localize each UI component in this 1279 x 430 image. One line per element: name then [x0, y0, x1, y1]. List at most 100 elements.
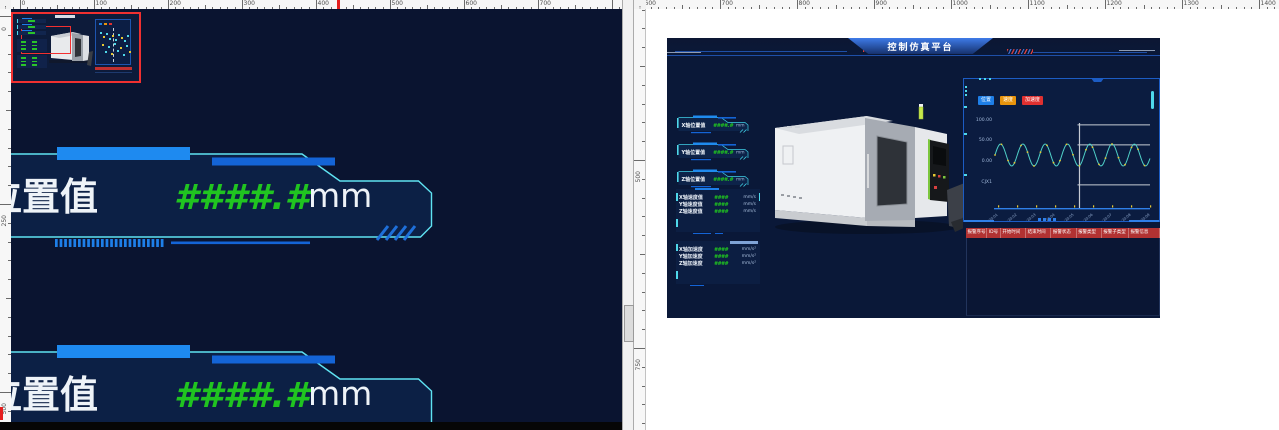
row-unit: mm/s²: [731, 261, 758, 266]
design-canvas-right[interactable]: 控制仿真平台 X轴位置值 ####.# mm: [646, 9, 1279, 430]
svg-text:10:20:05: 10:20:05: [1060, 213, 1075, 221]
axis-position-widget[interactable]: Z轴位置值 ####.# mm: [677, 166, 750, 188]
ruler-tick: [634, 160, 645, 161]
ruler-tick: [642, 423, 645, 424]
chart-corner-seg: [964, 220, 994, 222]
alarm-table-header: 报警序号ID号开始时间结束时间报警状态报警类型报警子类型报警信息: [966, 228, 1160, 238]
title-deco-line-right: [1033, 52, 1147, 53]
ruler-tick: [0, 204, 11, 205]
panel-underline: [693, 233, 711, 235]
ruler-tick: [642, 329, 645, 330]
chart-deco-dot: [965, 90, 967, 92]
ruler-tick: [642, 292, 645, 293]
alarm-column-header: 结束时间: [1026, 228, 1051, 238]
ruler-tick: [0, 16, 11, 17]
legend-button[interactable]: 速度: [1000, 96, 1016, 105]
axis-position-widget[interactable]: Y轴位置值 ####.# mm: [677, 139, 750, 161]
panel-bracket: [676, 271, 678, 279]
ruler-tick: [642, 367, 645, 368]
svg-text:CJX1: CJX1: [981, 179, 992, 185]
position-value-widget[interactable]: 位置值 ####.# mm: [11, 345, 432, 422]
chart-corner-seg: [1129, 220, 1159, 222]
dashboard-title: 控制仿真平台: [887, 40, 953, 53]
screenshot-root: 0100200300400500600700 0250500: [0, 0, 1279, 430]
alarm-column-header: 报警子类型: [1102, 228, 1129, 238]
widget-value: ####.#: [174, 376, 313, 416]
axis-position-widget[interactable]: X轴位置值 ####.# mm: [677, 112, 750, 134]
data-row: Y轴速度值 #### mm/s: [679, 201, 758, 208]
svg-text:100.00: 100.00: [976, 117, 992, 123]
chart-deco-tick: [964, 106, 967, 108]
alarm-column-header: 开始时间: [1001, 228, 1026, 238]
row-value: ####: [711, 202, 731, 208]
alarm-column-header: ID号: [987, 228, 1001, 238]
axis-accel-panel[interactable]: X轴加速度 #### mm/s²Y轴加速度 #### mm/s²Z轴加速度 ##…: [676, 241, 760, 284]
svg-text:10:20:02: 10:20:02: [1003, 213, 1018, 221]
row-unit: mm/s: [731, 209, 758, 214]
dashboard-design[interactable]: 控制仿真平台 X轴位置值 ####.# mm: [667, 38, 1160, 318]
position-value-widget[interactable]: 位置值 ####.# mm: [11, 147, 432, 247]
chart-deco-dot: [965, 86, 967, 88]
alarm-column-header: 报警信息: [1129, 228, 1160, 238]
row-label: Y轴加速度: [679, 253, 711, 260]
vertical-scrollbar[interactable]: [622, 0, 634, 430]
row-unit: mm/s²: [731, 247, 758, 252]
position-value-widgets-zoomed[interactable]: 位置值 ####.# mm 位置值 ####.# mm: [11, 9, 622, 422]
design-canvas-left[interactable]: 位置值 ####.# mm 位置值 ####.# mm: [11, 9, 622, 422]
ruler-red-marker: [337, 0, 340, 9]
row-value: ####: [711, 254, 731, 260]
ruler-tick: [642, 122, 645, 123]
panel-bracket: [676, 193, 678, 201]
svg-text:10:20:06: 10:20:06: [1079, 212, 1094, 221]
panel-underline: [715, 233, 723, 235]
ruler-tick: [634, 348, 645, 349]
row-unit: mm/s: [731, 195, 758, 200]
axis-position-widgets[interactable]: X轴位置值 ####.# mm Y轴位置值 ####.# mm Z轴位置值: [677, 112, 757, 192]
data-row: X轴速度值 #### mm/s: [679, 194, 758, 201]
axis-speed-panel[interactable]: X轴速度值 #### mm/sY轴速度值 #### mm/sZ轴速度值 ####…: [676, 189, 760, 232]
ruler-tick: [640, 254, 645, 255]
scrollbar-thumb[interactable]: [624, 305, 634, 342]
alarm-table[interactable]: 报警序号ID号开始时间结束时间报警状态报警类型报警子类型报警信息: [966, 228, 1160, 318]
editor-window-left: 0100200300400500600700 0250500: [0, 0, 634, 430]
legend-button[interactable]: 位置: [978, 96, 994, 105]
dashboard-title-plate: 控制仿真平台: [848, 38, 993, 54]
ruler-label: 0: [1, 27, 8, 31]
legend-button[interactable]: 加速度: [1022, 96, 1043, 105]
ruler-tick: [642, 386, 645, 387]
panel-top-bar: [695, 188, 719, 190]
title-hatch-right: [1007, 49, 1033, 54]
widget-label: X轴位置值: [682, 122, 706, 129]
row-value: ####: [711, 261, 731, 267]
data-row: Z轴加速度 #### mm/s²: [679, 260, 758, 267]
row-value: ####: [711, 209, 731, 215]
chart-deco-dot: [989, 78, 991, 80]
row-label: Z轴加速度: [679, 260, 711, 267]
ruler-tick: [642, 179, 645, 180]
chart-deco-dot: [979, 78, 981, 80]
widget-label: Y轴位置值: [681, 149, 706, 156]
row-label: Z轴速度值: [679, 208, 711, 215]
chart-side-capsule: [1151, 91, 1154, 109]
row-unit: mm/s²: [731, 254, 758, 259]
vertical-ruler-right: 500750: [634, 9, 646, 430]
ruler-label: 750: [635, 359, 642, 370]
row-unit: mm/s: [731, 202, 758, 207]
accel-rows: X轴加速度 #### mm/s²Y轴加速度 #### mm/s²Z轴加速度 ##…: [679, 246, 758, 268]
panel-bracket: [676, 219, 678, 227]
ruler-tick: [642, 216, 645, 217]
canvas-bottom-strip: [0, 422, 622, 430]
ruler-label: 0: [22, 0, 26, 8]
chart-legend[interactable]: 位置速度加速度: [978, 86, 1049, 105]
cnc-machine-image[interactable]: [767, 94, 963, 236]
widget-value: ####.#: [174, 178, 313, 218]
row-value: ####: [711, 195, 731, 201]
ruler-tick: [642, 47, 645, 48]
ruler-tick: [642, 404, 645, 405]
data-row: Y轴加速度 #### mm/s²: [679, 253, 758, 260]
ruler-tick: [640, 66, 645, 67]
widget-unit: mm: [736, 151, 745, 156]
ruler-red-marker: [0, 407, 3, 420]
waveform-chart-panel[interactable]: 位置速度加速度 100.0050.000.00CJX110:20:0110:20…: [963, 78, 1160, 222]
panel-underline: [690, 285, 704, 287]
